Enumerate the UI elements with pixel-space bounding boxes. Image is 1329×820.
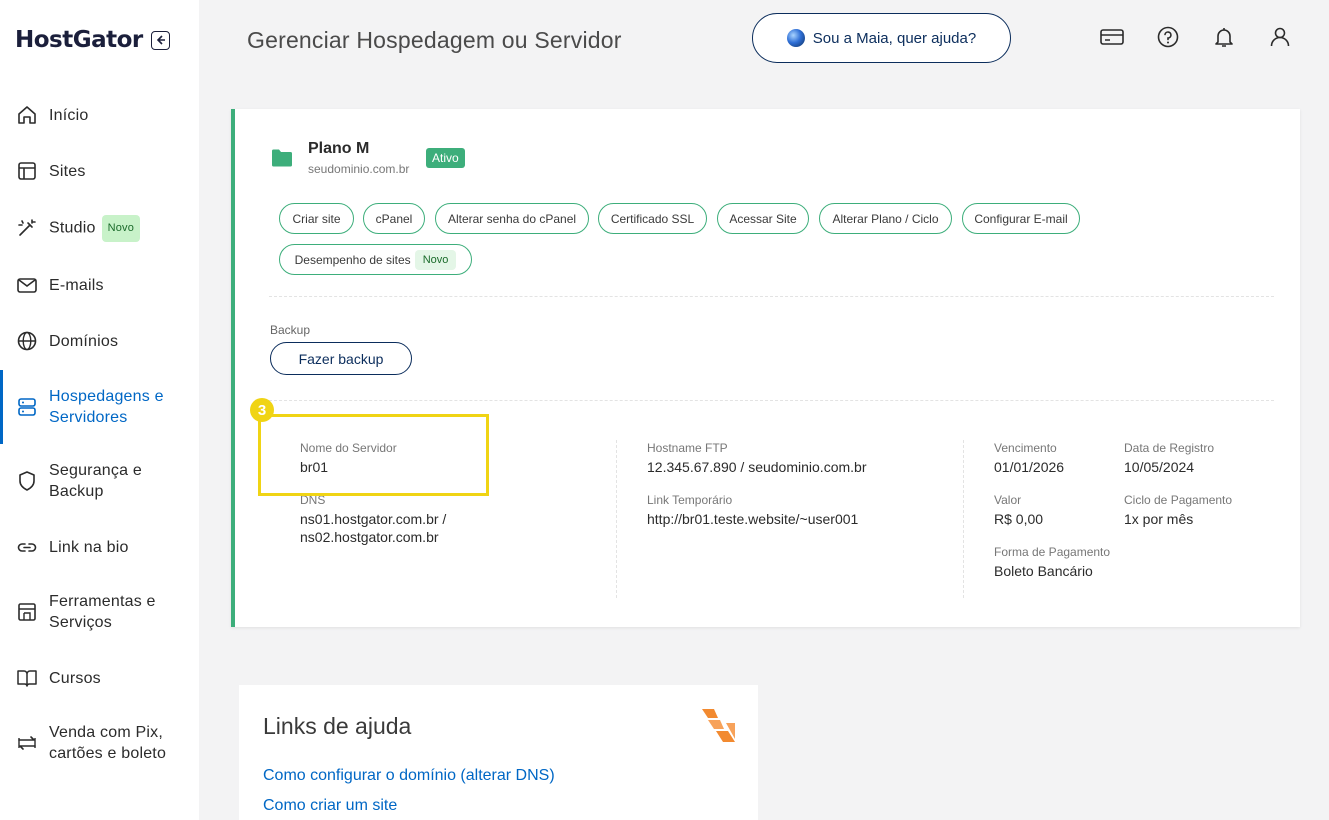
due-date-label: Vencimento: [994, 441, 1057, 455]
sidebar-item-label: Serviços: [49, 614, 112, 631]
help-link-configurar-dominio[interactable]: Como configurar o domínio (alterar DNS): [263, 767, 555, 785]
sidebar-item-label-wrap: Studio Novo: [49, 214, 141, 242]
sidebar-item-sites[interactable]: Sites: [0, 160, 199, 182]
due-date-value: 01/01/2026: [994, 459, 1065, 475]
shield-icon: [19, 471, 35, 491]
book-icon: [17, 670, 37, 687]
desempenho-sites-label: Desempenho de sites: [294, 252, 411, 267]
magic-wand-icon: [18, 219, 36, 236]
payment-method-value: Boleto Bancário: [994, 563, 1093, 579]
billing-cycle-label: Ciclo de Pagamento: [1124, 493, 1233, 507]
sidebar-item-inicio[interactable]: Início: [0, 104, 199, 126]
link-icon: [17, 543, 37, 552]
sidebar-item-label-wrap: Ferramentas e Serviços: [49, 591, 156, 633]
folder-icon: [272, 149, 292, 167]
sidebar-item-label: Backup: [49, 483, 104, 500]
sidebar-item-link-na-bio[interactable]: Link na bio: [0, 536, 199, 558]
price-value: R$ 0,00: [994, 511, 1044, 527]
column-separator: [616, 440, 617, 598]
sidebar-item-label: Segurança e: [49, 462, 142, 479]
sidebar-item-emails[interactable]: E-mails: [0, 274, 199, 296]
help-title: Links de ajuda: [263, 713, 412, 739]
sidebar-item-dominios[interactable]: Domínios: [0, 330, 199, 352]
user-icon[interactable]: [1268, 25, 1292, 49]
help-links-card: Links de ajuda Como configurar o domínio…: [239, 685, 758, 820]
maia-orb-icon: [786, 29, 805, 47]
sidebar-item-label: Studio: [49, 219, 96, 237]
help-icon[interactable]: [1156, 25, 1180, 49]
sidebar-item-seguranca[interactable]: Segurança e Backup: [0, 460, 199, 502]
sidebar-item-label: cartões e boleto: [49, 745, 167, 762]
sidebar-item-label: Domínios: [49, 332, 119, 350]
layout-icon: [18, 162, 36, 180]
ftp-hostname-value: 12.345.67.890 / seudominio.com.br: [647, 459, 867, 475]
hosting-plan-card: Plano M seudominio.com.br Ativo Criar si…: [231, 109, 1300, 627]
collapse-sidebar-icon[interactable]: [150, 30, 170, 50]
certificado-ssl-button[interactable]: Certificado SSL: [598, 203, 707, 234]
configurar-email-button[interactable]: Configurar E-mail: [962, 203, 1080, 234]
sidebar-item-label: Link na bio: [49, 538, 129, 556]
sidebar-item-label: Hospedagens e: [49, 388, 164, 405]
sidebar-item-ferramentas[interactable]: Ferramentas e Serviços: [0, 591, 199, 633]
sidebar-item-label: Servidores: [49, 409, 128, 426]
dns-value-1: ns01.hostgator.com.br /: [300, 511, 447, 527]
sidebar-item-label: Cursos: [49, 669, 101, 687]
ftp-hostname-label: Hostname FTP: [647, 441, 728, 455]
sidebar-item-studio[interactable]: Studio Novo: [0, 214, 199, 242]
novo-badge: Novo: [101, 214, 141, 242]
sidebar-item-label-wrap: Hospedagens e Servidores: [49, 386, 164, 428]
sidebar-item-cursos[interactable]: Cursos: [0, 667, 199, 689]
sidebar-item-label-wrap: Venda com Pix, cartões e boleto: [49, 722, 166, 764]
highlight-box: [258, 414, 489, 496]
sidebar-item-label: Venda com Pix,: [49, 724, 163, 741]
plan-domain: seudominio.com.br: [308, 162, 410, 176]
home-icon: [18, 106, 36, 124]
mail-icon: [17, 278, 37, 293]
dns-value-2: ns02.hostgator.com.br: [300, 529, 439, 545]
store-icon: [18, 603, 36, 621]
sidebar-item-label: Ferramentas e: [49, 593, 156, 610]
help-brand-icon: [702, 709, 735, 742]
sidebar-item-label: Sites: [49, 162, 86, 180]
bell-icon[interactable]: [1212, 25, 1236, 49]
column-separator: [963, 440, 964, 598]
maia-help-label: Sou a Maia, quer ajuda?: [812, 29, 977, 47]
logo-row: HostGator: [15, 27, 170, 53]
novo-badge: Novo: [414, 249, 457, 270]
sidebar-item-label: Início: [49, 106, 89, 124]
payment-method-label: Forma de Pagamento: [994, 545, 1111, 559]
desempenho-sites-button[interactable]: Desempenho de sites Novo: [279, 244, 472, 275]
temp-link-value[interactable]: http://br01.teste.website/~user001: [647, 510, 858, 529]
maia-help-button[interactable]: Sou a Maia, quer ajuda?: [752, 13, 1011, 63]
alterar-plano-ciclo-button[interactable]: Alterar Plano / Ciclo: [819, 203, 952, 234]
globe-icon: [17, 331, 37, 351]
help-link-criar-site[interactable]: Como criar um site: [263, 797, 397, 815]
step-marker-badge: 3: [250, 398, 274, 422]
registration-date-label: Data de Registro: [1124, 441, 1215, 455]
price-label: Valor: [994, 493, 1022, 507]
temp-link-label: Link Temporário: [647, 493, 733, 507]
criar-site-button[interactable]: Criar site: [279, 203, 354, 234]
sidebar-item-label-wrap: Segurança e Backup: [49, 460, 142, 502]
registration-date-value: 10/05/2024: [1124, 459, 1195, 475]
plan-name: Plano M: [308, 140, 370, 157]
payment-exchange-icon: [18, 736, 36, 750]
divider: [269, 400, 1274, 401]
credit-card-icon[interactable]: [1100, 25, 1124, 49]
divider: [269, 296, 1274, 297]
sidebar: HostGator Início Sites Studio Novo E-mail…: [0, 0, 199, 820]
sidebar-item-label: E-mails: [49, 276, 104, 294]
fazer-backup-button[interactable]: Fazer backup: [270, 342, 412, 375]
backup-label: Backup: [270, 323, 311, 337]
cpanel-button[interactable]: cPanel: [363, 203, 425, 234]
status-badge: Ativo: [426, 148, 465, 168]
page-title: Gerenciar Hospedagem ou Servidor: [247, 27, 622, 53]
alterar-senha-cpanel-button[interactable]: Alterar senha do cPanel: [435, 203, 589, 234]
sidebar-item-hospedagens[interactable]: Hospedagens e Servidores: [0, 370, 199, 444]
hostgator-logo[interactable]: HostGator: [15, 27, 143, 53]
acessar-site-button[interactable]: Acessar Site: [717, 203, 809, 234]
server-icon: [18, 398, 36, 416]
billing-cycle-value: 1x por mês: [1124, 511, 1194, 527]
sidebar-item-venda-pix[interactable]: Venda com Pix, cartões e boleto: [0, 722, 199, 764]
